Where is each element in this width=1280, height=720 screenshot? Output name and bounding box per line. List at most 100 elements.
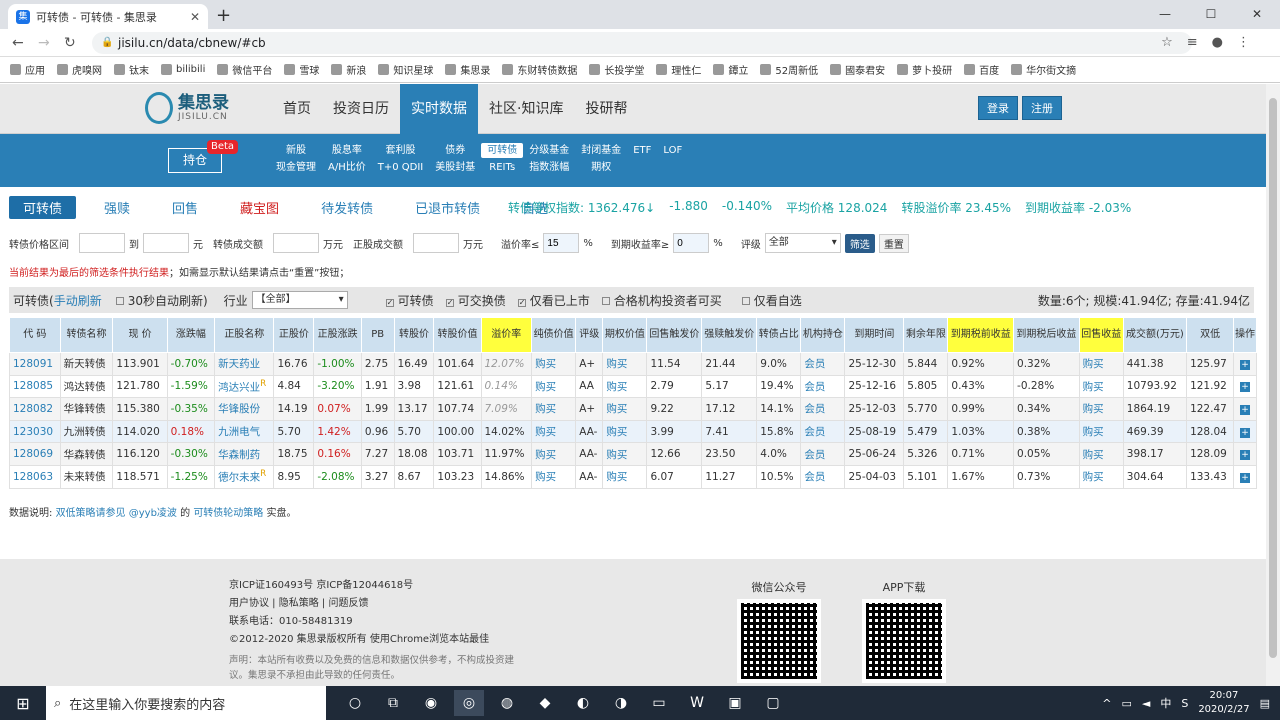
subnav2-5[interactable]: 指数涨幅 xyxy=(523,160,575,175)
bookmark-7[interactable]: 知识星球 xyxy=(378,62,433,77)
subnav2-3[interactable]: 美股封基 xyxy=(429,160,481,175)
bond-value-buy[interactable]: 购买 xyxy=(531,397,577,421)
page-scrollbar[interactable] xyxy=(1266,84,1280,686)
minimize-icon[interactable]: — xyxy=(1142,0,1188,29)
add-watchlist-icon[interactable]: + xyxy=(1240,382,1251,393)
stock-name[interactable]: 新天药业 xyxy=(214,352,275,376)
strategy-link[interactable]: 可转债轮动策略 xyxy=(193,508,263,519)
bookmark-12[interactable]: 鐔立 xyxy=(713,62,748,77)
price-min-input[interactable] xyxy=(79,233,125,253)
put-return-buy[interactable]: 购买 xyxy=(1078,374,1124,399)
nav-4[interactable]: 投研帮 xyxy=(574,84,638,134)
industry-select[interactable]: 【全部】 ▾ xyxy=(251,291,348,309)
volume-icon[interactable]: ◄ xyxy=(1142,697,1150,710)
media-icon[interactable]: ≡ xyxy=(1187,35,1198,50)
bookmark-6[interactable]: 新浪 xyxy=(331,62,366,77)
institution-member[interactable]: 会员 xyxy=(800,419,846,444)
qualified-checkbox[interactable]: 合格机构投资者可买 xyxy=(601,292,722,309)
holdings-button[interactable]: 持仓 Beta xyxy=(168,140,239,173)
stock-name[interactable]: 鸿达兴业R xyxy=(214,374,275,399)
subnav-7[interactable]: ETF xyxy=(627,143,657,158)
subnav-2[interactable]: 套利股 xyxy=(372,143,430,158)
bookmark-0[interactable]: 应用 xyxy=(10,62,45,77)
bond-value-buy[interactable]: 购买 xyxy=(531,374,577,399)
add-watchlist-icon[interactable]: + xyxy=(1240,450,1251,461)
column-header[interactable]: 代 码 xyxy=(9,317,61,353)
table-row[interactable]: 128069 华森转债 116.120 -0.30% 华森制药 18.75 0.16% 7.2… xyxy=(9,442,1257,466)
screenshot-icon[interactable]: ▢ xyxy=(758,690,788,716)
netease-music-icon[interactable]: ◐ xyxy=(568,690,598,716)
put-return-buy[interactable]: 购买 xyxy=(1078,397,1124,421)
bookmark-3[interactable]: bilibili xyxy=(161,64,205,75)
windows-start-icon[interactable]: ⊞ xyxy=(0,694,46,713)
column-header[interactable]: 转债占比 xyxy=(756,317,802,353)
exchangeable-checkbox[interactable]: ✓ 可交换债 xyxy=(445,292,506,309)
bond-code[interactable]: 128085 xyxy=(9,374,61,399)
subnav2-2[interactable]: T+0 QDII xyxy=(372,160,430,175)
column-header[interactable]: 回售收益 xyxy=(1078,317,1124,353)
tab-3[interactable]: 藏宝图 xyxy=(226,196,293,219)
new-tab-icon[interactable]: + xyxy=(216,5,231,26)
notification-icon[interactable]: ▤ xyxy=(1260,697,1270,710)
listed-only-checkbox[interactable]: ✓ 仅看已上市 xyxy=(517,292,590,309)
column-header[interactable]: 到期税前收益 xyxy=(947,317,1015,353)
price-max-input[interactable] xyxy=(143,233,189,253)
column-header[interactable]: 正股涨跌 xyxy=(313,317,362,353)
institution-member[interactable]: 会员 xyxy=(800,352,846,376)
option-value-buy[interactable]: 购买 xyxy=(602,352,648,376)
nav-3[interactable]: 社区·知识库 xyxy=(478,84,574,134)
column-header[interactable]: 回售触发价 xyxy=(646,317,703,353)
wechat-icon[interactable]: ◍ xyxy=(492,690,522,716)
column-header[interactable]: 强赎触发价 xyxy=(701,317,758,353)
column-header[interactable]: 双低 xyxy=(1186,317,1235,353)
login-button[interactable]: 登录 xyxy=(978,96,1018,120)
word-icon[interactable]: W xyxy=(682,690,712,716)
register-button[interactable]: 注册 xyxy=(1022,96,1062,120)
gift-icon[interactable]: ▣ xyxy=(720,690,750,716)
bond-code[interactable]: 128063 xyxy=(9,464,61,489)
rating-select[interactable]: 全部 ▾ xyxy=(764,233,841,253)
column-header[interactable]: 到期时间 xyxy=(844,317,905,353)
nav-2[interactable]: 实时数据 xyxy=(400,84,478,134)
tab-0[interactable]: 可转债 xyxy=(9,196,77,219)
stock-name[interactable]: 德尔未来R xyxy=(214,464,275,489)
star-icon[interactable]: ☆ xyxy=(1161,35,1173,50)
ytm-input[interactable] xyxy=(673,233,710,253)
bond-value-buy[interactable]: 购买 xyxy=(531,464,577,489)
close-window-icon[interactable]: ✕ xyxy=(1234,0,1280,29)
site-logo[interactable]: 集思录 JISILU.CN xyxy=(145,92,229,124)
ime-label[interactable]: 中 xyxy=(1160,695,1171,711)
manual-refresh-link[interactable]: 手动刷新 xyxy=(54,292,102,309)
column-header[interactable]: 机构持仓 xyxy=(800,317,846,353)
column-header[interactable]: 涨跌幅 xyxy=(166,317,216,353)
put-return-buy[interactable]: 购买 xyxy=(1078,352,1124,376)
column-header[interactable]: PB xyxy=(360,317,395,353)
menu-icon[interactable]: ⋮ xyxy=(1237,35,1250,50)
bond-value-buy[interactable]: 购买 xyxy=(531,419,577,444)
folder-icon[interactable]: ▭ xyxy=(644,690,674,716)
auto-refresh-checkbox[interactable]: 30秒自动刷新) xyxy=(115,292,208,309)
tab-2[interactable]: 回售 xyxy=(158,196,212,219)
bond-code[interactable]: 128069 xyxy=(9,442,61,466)
subnav-1[interactable]: 股息率 xyxy=(322,143,372,158)
bookmark-4[interactable]: 微信平台 xyxy=(217,62,272,77)
subnav2-4[interactable]: REITs xyxy=(481,160,523,175)
maximize-icon[interactable]: ☐ xyxy=(1188,0,1234,29)
add-watchlist-icon[interactable]: + xyxy=(1240,427,1251,438)
column-header[interactable]: 操作 xyxy=(1233,317,1257,353)
column-header[interactable]: 正股价 xyxy=(273,317,315,353)
browser-tab[interactable]: 集 可转债 - 可转债 - 集思录 ✕ xyxy=(8,4,208,29)
column-header[interactable]: 溢价率 xyxy=(480,317,533,353)
forward-icon[interactable]: → xyxy=(38,35,50,51)
stock-name[interactable]: 华锋股份 xyxy=(214,397,275,421)
stock-volume-input[interactable] xyxy=(413,233,459,253)
bookmark-10[interactable]: 长投学堂 xyxy=(589,62,644,77)
institution-member[interactable]: 会员 xyxy=(800,442,846,466)
tray-up-icon[interactable]: ^ xyxy=(1102,697,1111,710)
qq-icon[interactable]: ◉ xyxy=(416,690,446,716)
premium-input[interactable] xyxy=(543,233,580,253)
institution-member[interactable]: 会员 xyxy=(800,464,846,489)
nav-1[interactable]: 投资日历 xyxy=(322,84,400,134)
table-row[interactable]: 123030 九洲转债 114.020 0.18% 九洲电气 5.70 1.42% 0.96 5… xyxy=(9,419,1257,444)
back-icon[interactable]: ← xyxy=(12,35,24,51)
